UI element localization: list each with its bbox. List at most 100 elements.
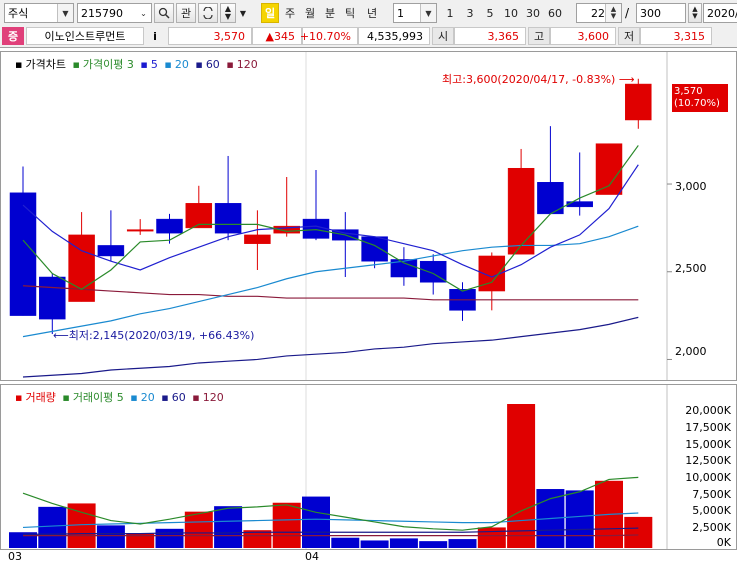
low-price: 3,315 (640, 27, 712, 45)
stock-type-badge: 증 (2, 27, 24, 45)
volume-bar (448, 539, 477, 548)
current-price: 3,570 (168, 27, 252, 45)
price-change: ▲345 (252, 27, 302, 45)
candle-body (361, 236, 388, 262)
volume-ytick: 5,000K (692, 504, 731, 517)
code-input[interactable]: 215790 ⌄ (77, 3, 152, 23)
info-label: i (153, 29, 157, 43)
stepper-icon[interactable]: ▲ ▼ (605, 4, 621, 22)
tab-year[interactable]: 년 (361, 3, 383, 23)
high-price: 3,600 (550, 27, 616, 45)
price-change-pct: +10.70% (300, 27, 358, 45)
price-ytick: 2,500 (675, 262, 707, 275)
volume-bar (272, 502, 301, 548)
volume-text: 4,535,993 (367, 29, 423, 43)
tab-tick-label: 틱 (344, 7, 356, 20)
volume-axis: 20,000K 17,500K 15,000K 12,500K 10,000K … (661, 385, 731, 549)
interval-5-button[interactable]: 5 (481, 3, 499, 23)
tab-week[interactable]: 주 (281, 3, 299, 23)
chevron-down-icon[interactable]: ▼ (238, 3, 248, 23)
current-price-tag-pct: (10.70%) (674, 98, 720, 109)
low-label: 저 (618, 27, 640, 45)
chevron-down-icon[interactable]: ▼ (420, 4, 436, 22)
candle-body (156, 218, 183, 234)
min-annotation-text: 최저:2,145(2020/03/19, +66.43%) (68, 329, 255, 342)
ma5-line (22, 164, 639, 278)
volume-bar (96, 525, 125, 548)
candle-body (97, 245, 125, 257)
interval-10-button[interactable]: 10 (501, 3, 521, 23)
total-count-input[interactable]: 300 (636, 3, 686, 23)
open-label: 시 (432, 27, 454, 45)
volume-bar (214, 506, 243, 548)
current-price-tag-value: 3,570 (674, 86, 703, 97)
interval-select[interactable]: 1 ▼ (393, 3, 437, 23)
interval-value: 1 (397, 6, 404, 20)
candle-body (625, 83, 652, 121)
date-input[interactable]: 2020/0 (703, 3, 737, 23)
open-value: 3,365 (487, 29, 520, 43)
interval-60-button[interactable]: 60 (545, 3, 565, 23)
volume-chart-panel[interactable]: ▪ 거래량 ▪ 거래이평 5 ▪ 20 ▪ 60 ▪ 120 20,000K 17,500… (0, 384, 737, 550)
quote-strip: 증 이노인스트루먼트 i 3,570 ▲345 +10.70% 4,535,99… (0, 26, 737, 48)
volume-bar (624, 516, 653, 548)
low-value: 3,315 (673, 29, 706, 43)
up-down-spinner[interactable]: ▲ ▼ (220, 3, 236, 23)
interval-1-button[interactable]: 1 (441, 3, 459, 23)
candle-body (214, 203, 242, 234)
candle-body (244, 234, 271, 244)
price-chart-panel[interactable]: ▪ 가격차트 ▪ 가격이평 3 ▪ 5 ▪ 20 ▪ 60 ▪ 120 최고:3,600(2… (0, 51, 737, 381)
refresh-icon[interactable] (198, 3, 218, 23)
volume-bar (38, 506, 67, 548)
change-value: ▲345 (265, 29, 295, 43)
total-stepper-icon[interactable]: ▲ ▼ (688, 3, 702, 23)
interval-label: 60 (548, 6, 562, 20)
interval-label: 3 (466, 6, 474, 20)
open-label-text: 시 (437, 30, 449, 43)
chevron-down-icon[interactable]: ▼ (57, 4, 73, 22)
x-label: 04 (305, 550, 319, 563)
interest-button[interactable]: 관 (176, 3, 196, 23)
stock-name-label: 이노인스트루먼트 (44, 30, 126, 43)
volume-ytick: 0K (716, 536, 731, 549)
search-icon[interactable] (154, 3, 174, 23)
interval-3-button[interactable]: 3 (461, 3, 479, 23)
vol-ma120-line (23, 534, 639, 537)
chevron-down-icon[interactable]: ⌄ (136, 4, 151, 22)
tab-tick[interactable]: 틱 (341, 3, 359, 23)
tab-month[interactable]: 월 (301, 3, 319, 23)
candle-body (126, 229, 154, 232)
volume-ytick: 15,000K (685, 438, 731, 451)
high-label: 고 (528, 27, 550, 45)
stock-name[interactable]: 이노인스트루먼트 (26, 27, 144, 45)
slash-separator: / (625, 6, 630, 20)
candle-body (595, 143, 623, 195)
view-count-stepper[interactable]: 22 ▲ ▼ (576, 3, 622, 23)
price-ytick: 2,000 (675, 345, 707, 358)
tab-minute[interactable]: 분 (321, 3, 339, 23)
tab-day[interactable]: 일 (261, 3, 279, 23)
volume-ytick: 2,500K (692, 521, 731, 534)
total-count-value: 300 (640, 6, 661, 20)
market-select[interactable]: 주식 ▼ (4, 3, 74, 23)
volume-bar (331, 537, 360, 548)
max-annotation: 최고:3,600(2020/04/17, -0.83%) ⟶ (442, 73, 635, 86)
tab-minute-label: 분 (324, 7, 336, 20)
volume-bar (477, 527, 506, 548)
x-label: 03 (8, 550, 22, 563)
info-icon[interactable]: i (146, 27, 164, 45)
interval-label: 10 (504, 6, 518, 20)
interval-label: 30 (526, 6, 540, 20)
volume-bar (155, 528, 184, 548)
view-count-value: 22 (591, 6, 605, 20)
tab-month-label: 월 (304, 7, 316, 20)
low-label-text: 저 (623, 30, 635, 43)
ma3-line (22, 145, 639, 292)
tab-year-label: 년 (366, 7, 378, 20)
interest-label: 관 (180, 7, 192, 20)
volume-chart-svg (9, 385, 668, 549)
tab-week-label: 주 (284, 7, 296, 20)
volume-ytick: 17,500K (685, 421, 731, 434)
candle-body (39, 276, 66, 320)
interval-30-button[interactable]: 30 (523, 3, 543, 23)
